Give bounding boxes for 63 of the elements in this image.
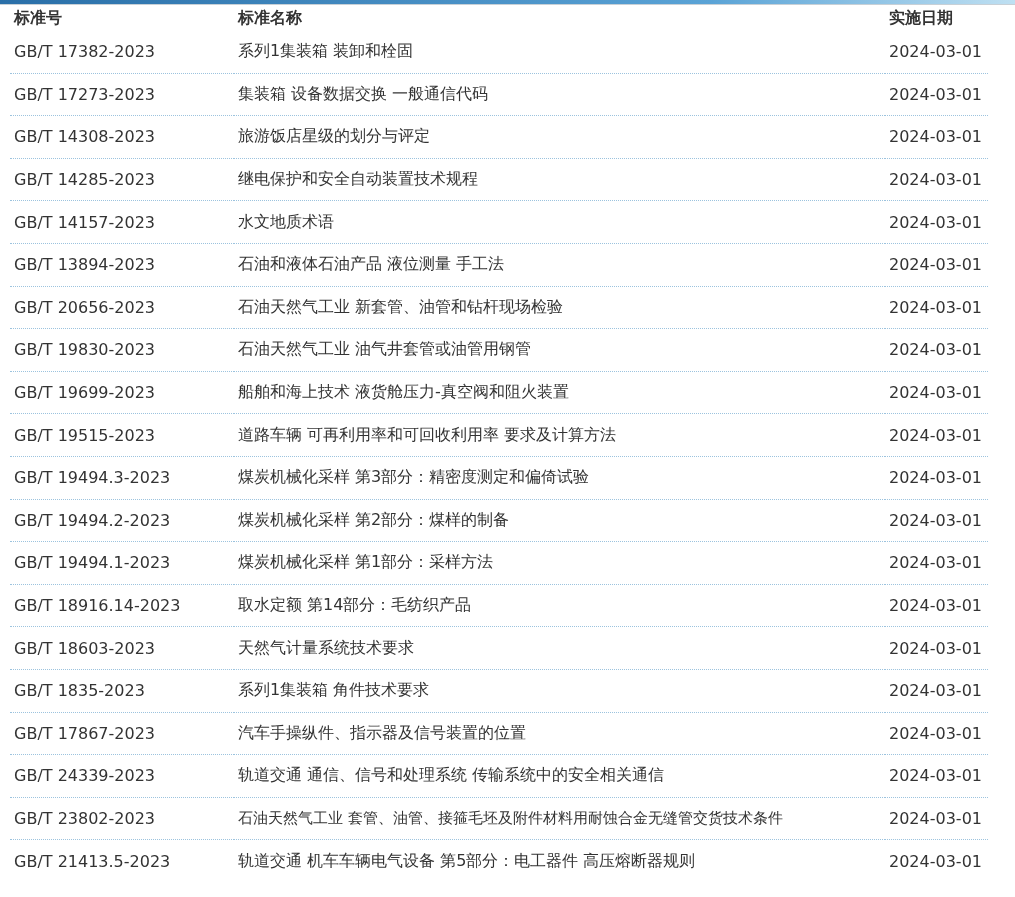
table-cell: 2024-03-01 [889, 766, 982, 786]
table-cell: 船舶和海上技术 液货舱压力-真空阀和阻火装置 [238, 382, 569, 404]
table-cell: 2024-03-01 [889, 468, 982, 488]
column-header: 实施日期 [889, 7, 953, 29]
table-cell: GB/T 17382-2023 [14, 42, 155, 62]
table-cell: GB/T 18603-2023 [14, 638, 155, 658]
table-cell: 2024-03-01 [889, 723, 982, 743]
table-cell: 煤炭机械化采样 第3部分：精密度测定和偏倚试验 [238, 467, 590, 489]
table-cell: 石油和液体石油产品 液位测量 手工法 [238, 254, 505, 276]
table-cell: 系列1集装箱 装卸和栓固 [238, 41, 414, 63]
table-cell: 系列1集装箱 角件技术要求 [238, 680, 430, 702]
table-cell: 2024-03-01 [889, 383, 982, 403]
table-cell: GB/T 19515-2023 [14, 425, 155, 445]
column-header: 标准号 [14, 7, 62, 29]
table-cell: 2024-03-01 [889, 340, 982, 360]
table-cell: 2024-03-01 [889, 638, 982, 658]
table-cell: 2024-03-01 [889, 84, 982, 104]
table-cell: 轨道交通 通信、信号和处理系统 传输系统中的安全相关通信 [238, 765, 665, 787]
column-header: 标准名称 [238, 7, 302, 29]
table-cell: 轨道交通 机车车辆电气设备 第5部分：电工器件 高压熔断器规则 [238, 851, 696, 873]
table-cell: GB/T 19494.1-2023 [14, 553, 171, 573]
table-cell: 2024-03-01 [889, 681, 982, 701]
table-cell: 集装箱 设备数据交换 一般通信代码 [238, 83, 489, 105]
table-cell: GB/T 17867-2023 [14, 723, 155, 743]
table-cell: GB/T 19494.2-2023 [14, 510, 171, 530]
table-cell: GB/T 19699-2023 [14, 383, 155, 403]
table-cell: 汽车手操纵件、指示器及信号装置的位置 [238, 722, 526, 744]
table-cell: 煤炭机械化采样 第1部分：采样方法 [238, 552, 494, 574]
table-cell: GB/T 23802-2023 [14, 809, 155, 828]
table-cell: GB/T 14308-2023 [14, 127, 155, 147]
table-cell: GB/T 14285-2023 [14, 170, 155, 190]
table-cell: GB/T 14157-2023 [14, 212, 155, 232]
table-cell: 2024-03-01 [889, 596, 982, 615]
table-cell: 2024-03-01 [889, 42, 982, 62]
table-cell: 石油天然气工业 油气井套管或油管用钢管 [238, 339, 532, 361]
table-cell: GB/T 18916.14-2023 [14, 596, 181, 615]
table-cell: 旅游饭店星级的划分与评定 [238, 126, 430, 148]
table-cell: 继电保护和安全自动装置技术规程 [238, 169, 478, 191]
table-cell: 天然气计量系统技术要求 [238, 637, 414, 659]
table-cell: GB/T 1835-2023 [14, 681, 145, 701]
table-cell: GB/T 19494.3-2023 [14, 468, 171, 488]
table-cell: 2024-03-01 [889, 255, 982, 275]
table-cell: 石油天然气工业 新套管、油管和钻杆现场检验 [238, 296, 564, 318]
table-cell: 2024-03-01 [889, 297, 982, 317]
table-cell: 2024-03-01 [889, 553, 982, 573]
table-cell: 2024-03-01 [889, 170, 982, 190]
table-cell: 2024-03-01 [889, 127, 982, 147]
table-cell: 煤炭机械化采样 第2部分：煤样的制备 [238, 509, 510, 531]
table-cell: 石油天然气工业 套管、油管、接箍毛坯及附件材料用耐蚀合金无缝管交货技术条件 [238, 809, 783, 828]
table-cell: GB/T 24339-2023 [14, 766, 155, 786]
table-cell: GB/T 21413.5-2023 [14, 852, 171, 872]
table-cell: 水文地质术语 [238, 211, 334, 233]
table-cell: 道路车辆 可再利用率和可回收利用率 要求及计算方法 [238, 424, 617, 446]
table-cell: GB/T 20656-2023 [14, 297, 155, 317]
table-cell: 取水定额 第14部分：毛纺织产品 [238, 595, 472, 616]
table-cell: GB/T 13894-2023 [14, 255, 155, 275]
table-cell: 2024-03-01 [889, 852, 982, 872]
table-cell: GB/T 17273-2023 [14, 84, 155, 104]
table-cell: 2024-03-01 [889, 212, 982, 232]
table-cell: 2024-03-01 [889, 425, 982, 445]
table-cell: 2024-03-01 [889, 510, 982, 530]
table-cell: 2024-03-01 [889, 809, 982, 828]
table-cell: GB/T 19830-2023 [14, 340, 155, 360]
